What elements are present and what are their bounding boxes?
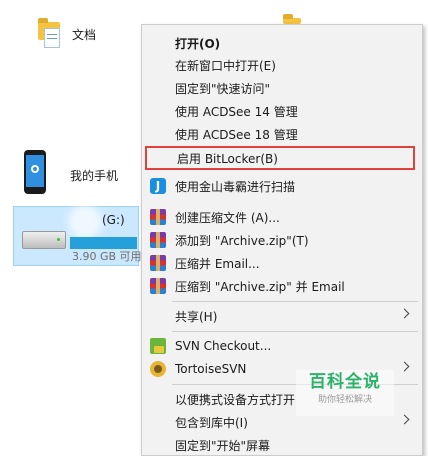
menu-item-open-new-window[interactable]: 在新窗口中打开(E) [142,54,422,76]
menu-item-label: SVN Checkout... [175,339,272,353]
winrar-icon [150,232,166,248]
menu-item-label: 使用金山毒霸进行扫描 [175,179,296,194]
menu-item-label: 固定到"开始"屏幕 [175,438,271,453]
menu-item-label: 创建压缩文件 (A)... [175,210,280,225]
menu-item-label: 以便携式设备方式打开 [175,392,296,407]
chevron-right-icon [399,414,410,425]
drive-free-space: 3.90 GB 可用 [72,250,142,263]
phone-icon [24,150,46,194]
menu-item-share[interactable]: 共享(H) [142,305,422,327]
tortoisesvn-icon [150,361,166,377]
drive-g[interactable]: (G:) 3.90 GB 可用 [13,205,142,266]
menu-item-acdsee-18[interactable]: 使用 ACDSee 18 管理 [142,123,422,145]
kingsoft-icon: J [150,178,166,194]
menu-item-create-archive[interactable]: 创建压缩文件 (A)... [142,206,422,228]
menu-separator [172,331,418,332]
documents-folder[interactable]: 文档 [0,0,130,60]
menu-item-label: 添加到 "Archive.zip"(T) [175,233,309,248]
documents-label: 文档 [72,28,97,42]
menu-item-label: 启用 BitLocker(B) [177,151,278,166]
watermark-subtitle: 助你轻松解决 [317,395,372,405]
menu-item-pin-quick-access[interactable]: 固定到"快速访问" [142,77,422,99]
menu-item-open[interactable]: 打开(O) [142,32,422,54]
menu-item-label: 固定到"快速访问" [175,81,271,96]
menu-item-label: 包含到库中(I) [175,415,248,430]
menu-item-label: TortoiseSVN [175,362,247,376]
phone-device[interactable]: 我的手机 [0,140,130,200]
menu-item-add-to-archive[interactable]: 添加到 "Archive.zip"(T) [142,229,422,251]
phone-label: 我的手机 [70,169,119,183]
menu-item-enable-bitlocker[interactable]: 启用 BitLocker(B) [145,146,415,170]
watermark-logo: 百科全说 助你轻松解决 [296,370,394,416]
menu-item-label: 使用 ACDSee 18 管理 [175,127,298,142]
chevron-right-icon [399,361,410,372]
watermark-title: 百科全说 [309,372,381,392]
menu-item-compress-to-archive-email[interactable]: 压缩到 "Archive.zip" 并 Email [142,275,422,297]
menu-item-pin-to-start[interactable]: 固定到"开始"屏幕 [142,434,422,456]
menu-item-label: 压缩到 "Archive.zip" 并 Email [175,279,345,294]
chevron-right-icon [399,308,410,319]
menu-separator [172,301,418,302]
menu-item-label: 打开(O) [175,36,221,51]
drive-icon [22,231,66,249]
menu-item-compress-email[interactable]: 压缩并 Email... [142,252,422,274]
drive-label: (G:) [102,213,125,227]
winrar-icon [150,278,166,294]
menu-item-label: 使用 ACDSee 14 管理 [175,104,298,119]
menu-item-svn-checkout[interactable]: SVN Checkout... [142,335,422,357]
winrar-icon [150,209,166,225]
svn-checkout-icon [150,338,166,354]
menu-item-kingsoft-scan[interactable]: J 使用金山毒霸进行扫描 [142,175,422,197]
menu-item-label: 在新窗口中打开(E) [175,58,276,73]
winrar-icon [150,255,166,271]
menu-item-label: 共享(H) [175,309,218,324]
menu-item-label: 压缩并 Email... [175,256,260,271]
menu-item-acdsee-14[interactable]: 使用 ACDSee 14 管理 [142,100,422,122]
document-icon [44,28,60,48]
